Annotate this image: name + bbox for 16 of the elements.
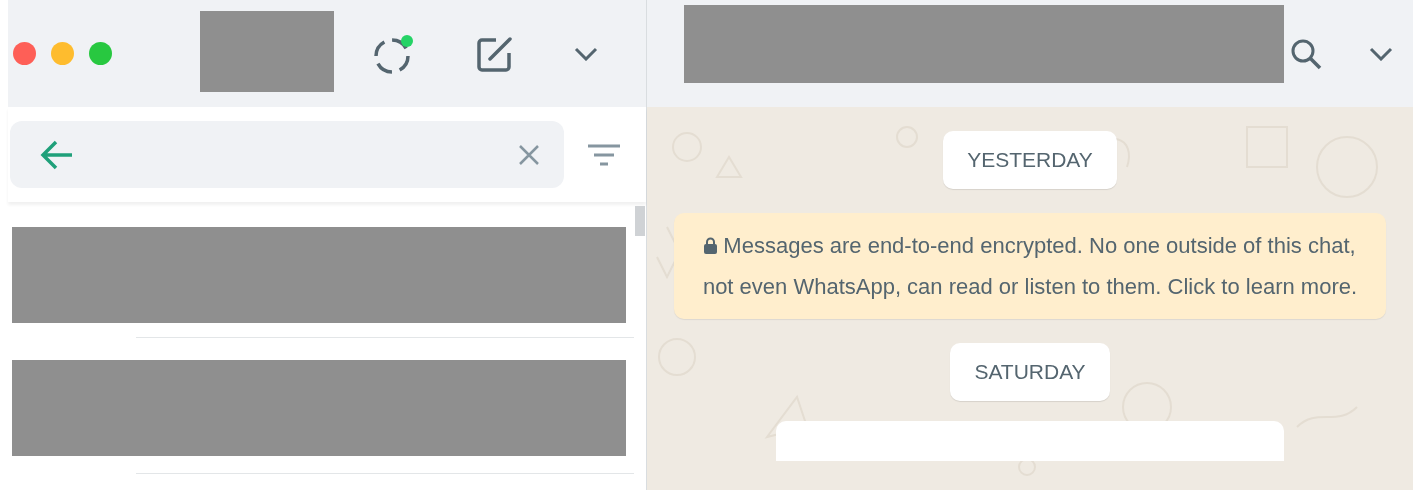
- chevron-down-icon[interactable]: [1369, 46, 1393, 61]
- filter-icon[interactable]: [588, 142, 620, 167]
- scrollbar-thumb[interactable]: [635, 206, 645, 236]
- new-chat-icon[interactable]: [476, 34, 514, 73]
- minimize-window-button[interactable]: [51, 42, 74, 65]
- status-icon[interactable]: [374, 33, 416, 74]
- lock-icon: [704, 237, 718, 254]
- chevron-down-icon[interactable]: [574, 46, 598, 61]
- date-chip: SATURDAY: [950, 343, 1110, 401]
- encryption-notice[interactable]: Messages are end-to-end encrypted. No one outside of this chat, not even WhatsApp, can read or listen to them. Click to learn more.: [674, 213, 1386, 319]
- clear-icon[interactable]: [518, 143, 540, 166]
- back-arrow-icon[interactable]: [40, 139, 74, 170]
- close-window-button[interactable]: [13, 42, 36, 65]
- search-field[interactable]: [10, 121, 564, 188]
- date-chip: YESTERDAY: [943, 131, 1117, 189]
- maximize-window-button[interactable]: [89, 42, 112, 65]
